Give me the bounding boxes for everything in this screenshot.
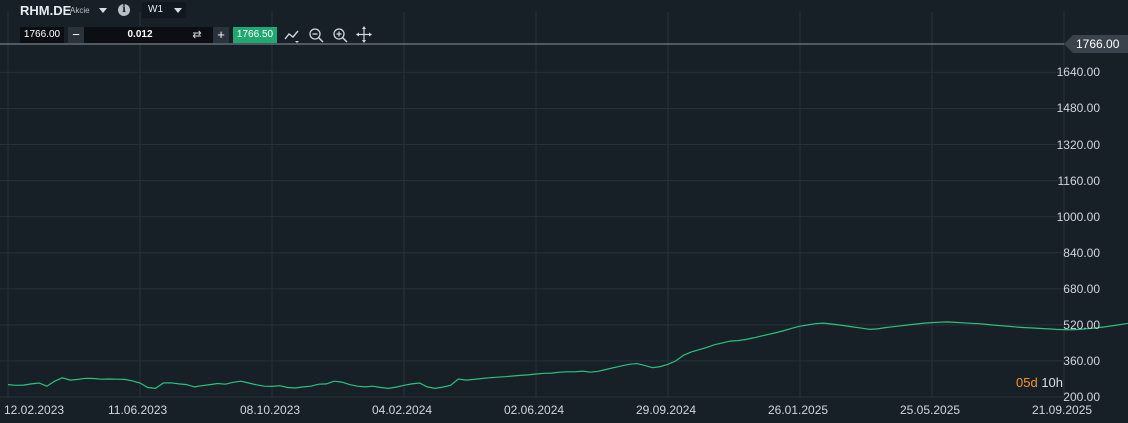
- volume-input[interactable]: 0.012: [86, 27, 194, 43]
- y-tick-label: 200.00: [1063, 390, 1100, 404]
- zoom-out-icon[interactable]: [308, 26, 324, 44]
- countdown-hours: 10h: [1037, 375, 1064, 390]
- line-chart-icon[interactable]: [284, 26, 300, 44]
- x-tick-label: 29.09.2024: [636, 403, 697, 417]
- zoom-in-icon[interactable]: [332, 26, 348, 44]
- price-chart[interactable]: [0, 0, 1128, 423]
- symbol-label[interactable]: RHM.DE: [20, 3, 71, 18]
- instrument-type-label: Akcie: [70, 6, 90, 15]
- x-tick-label: 21.09.2025: [1032, 403, 1093, 417]
- ask-price-button[interactable]: 1766.50: [233, 27, 277, 43]
- timeframe-select[interactable]: W1: [142, 2, 186, 18]
- info-icon[interactable]: i: [118, 4, 130, 16]
- last-price-value: 1766.00: [1076, 37, 1120, 51]
- x-tick-label: 02.06.2024: [504, 403, 565, 417]
- y-tick-label: 1640.00: [1056, 65, 1100, 80]
- y-tick-label: 520.00: [1063, 317, 1100, 332]
- y-tick-label: 680.00: [1063, 281, 1100, 296]
- swap-arrows-icon[interactable]: ⇄: [190, 27, 204, 43]
- x-tick-label: 25.05.2025: [900, 403, 961, 417]
- price-series-line: [7, 321, 1128, 390]
- y-tick-label: 1320.00: [1056, 137, 1100, 152]
- bar-countdown: 05d 10h: [1016, 375, 1063, 390]
- timeframe-label: W1: [148, 4, 163, 15]
- y-tick-label: 1160.00: [1057, 173, 1101, 188]
- y-tick-label: 840.00: [1063, 245, 1100, 260]
- increase-button[interactable]: +: [213, 27, 229, 43]
- x-tick-label: 04.02.2024: [372, 403, 433, 417]
- crosshair-move-icon[interactable]: [356, 26, 372, 44]
- volume-stepper: − 0.012 ⇄ +: [68, 27, 229, 43]
- countdown-days: 05d: [1016, 375, 1038, 390]
- decrease-button[interactable]: −: [68, 27, 84, 43]
- x-tick-label: 12.02.2023: [4, 403, 65, 417]
- symbol-dropdown-icon[interactable]: [99, 8, 107, 13]
- chart-toolbar: RHM.DE Akcie i W1 1766.00 − 0.012 ⇄ + 17…: [0, 0, 1128, 50]
- y-tick-label: 1480.00: [1056, 101, 1100, 116]
- y-tick-label: 360.00: [1063, 353, 1100, 368]
- y-tick-label: 1000.00: [1056, 209, 1100, 224]
- x-tick-label: 08.10.2023: [240, 403, 301, 417]
- last-price-tag: 1766.00: [1064, 35, 1128, 53]
- x-tick-label: 26.01.2025: [768, 403, 829, 417]
- x-tick-label: 11.06.2023: [108, 403, 168, 417]
- chevron-down-icon: [174, 8, 182, 13]
- bid-price-button[interactable]: 1766.00: [20, 27, 64, 43]
